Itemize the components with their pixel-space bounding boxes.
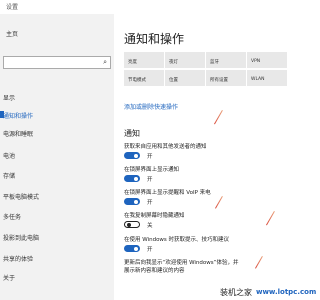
watermark: 装机之家 www.lotpc.com (218, 282, 316, 300)
edit-quick-actions-link[interactable]: 添加或删除快速操作 (124, 102, 178, 111)
toggle-state: 开 (147, 247, 153, 253)
sidebar-item-label: 通知和操作 (3, 113, 34, 120)
pencil-mark-icon (266, 211, 275, 226)
setting-label: 更新后向我显示“欢迎使用 Windows”体验，并 (124, 260, 239, 266)
quick-action-tile[interactable]: WLAN (247, 70, 287, 86)
toggle-knob (134, 199, 138, 204)
toggle-state: 关 (147, 223, 153, 229)
setting-label: 在我复制屏幕时隐藏通知 (124, 213, 185, 219)
quick-action-label: 亮度 (128, 60, 137, 65)
quick-action-tile[interactable]: 节电模式 (124, 70, 164, 86)
quick-action-tile[interactable]: 蓝牙 (206, 52, 246, 68)
toggle-state: 开 (147, 200, 153, 206)
sidebar-item-label: 存储 (3, 173, 16, 180)
toggle-state: 开 (147, 154, 153, 160)
toggle-hide-when-duplicating[interactable] (124, 221, 140, 228)
notifications-header: 通知 (124, 129, 140, 138)
sidebar-item-label: 关于 (3, 275, 16, 282)
quick-action-tile[interactable]: 夜灯 (165, 52, 205, 68)
toggle-app-notifications[interactable] (124, 152, 140, 159)
setting-label: 获取来自应用和其他发送者的通知 (124, 144, 207, 150)
sidebar-item-label: 平板电脑模式 (3, 194, 40, 201)
pencil-mark-icon (255, 256, 263, 269)
quick-action-tile[interactable]: VPN (247, 52, 287, 68)
toggle-state: 开 (147, 177, 153, 183)
watermark-text: 装机之家 (220, 288, 252, 297)
quick-action-tile[interactable]: 位置 (165, 70, 205, 86)
search-input[interactable]: ⌕ (3, 56, 111, 69)
search-icon: ⌕ (103, 58, 107, 66)
sidebar-item-label: 多任务 (3, 214, 22, 221)
quick-actions-grid: 亮度 夜灯 蓝牙 VPN 节电模式 位置 所有设置 WLAN (124, 52, 288, 88)
toggle-knob (134, 153, 138, 158)
setting-label: 在锁屏界面上显示提醒和 VoIP 来电 (124, 190, 211, 196)
quick-action-label: VPN (251, 59, 261, 64)
quick-action-tile[interactable]: 亮度 (124, 52, 164, 68)
pencil-mark-icon (215, 196, 223, 209)
toggle-knob (134, 176, 138, 181)
sidebar-item-label: 共享的体验 (3, 256, 34, 263)
quick-action-label: 蓝牙 (210, 60, 219, 65)
main-panel: 通知和操作 亮度 夜灯 蓝牙 VPN 节电模式 位置 所有设置 WLAN 添加或… (114, 14, 300, 300)
watermark-url: www.lotpc.com (256, 288, 317, 296)
page-title: 通知和操作 (124, 32, 185, 46)
setting-label: 在锁屏界面上显示通知 (124, 167, 180, 173)
toggle-lock-screen-reminders[interactable] (124, 198, 140, 205)
sidebar-item-label: 电池 (3, 153, 16, 160)
sidebar-item-label: 投影到此电脑 (3, 235, 40, 242)
toggle-tips[interactable] (124, 245, 140, 252)
window-title: 设置 (6, 4, 19, 11)
toggle-lock-screen-notifications[interactable] (124, 175, 140, 182)
quick-action-label: 所有设置 (210, 78, 228, 83)
quick-action-tile[interactable]: 所有设置 (206, 70, 246, 86)
title-bar: 设置 (0, 0, 300, 14)
quick-action-label: WLAN (251, 77, 265, 82)
toggle-knob (127, 222, 131, 227)
quick-action-label: 夜灯 (169, 60, 178, 65)
sidebar: 主页 ⌕ 显示 通知和操作 电源和睡眠 电池 存储 平板电脑模式 多任务 投影到… (0, 14, 114, 300)
toggle-knob (134, 246, 138, 251)
sidebar-home-label: 主页 (6, 31, 19, 38)
quick-action-label: 位置 (169, 78, 178, 83)
setting-label: 展示新内容和建议的内容 (124, 268, 185, 274)
sidebar-item-label: 电源和睡眠 (3, 131, 34, 138)
quick-action-label: 节电模式 (128, 78, 146, 83)
pencil-mark-icon (214, 110, 223, 125)
sidebar-item-label: 显示 (3, 95, 16, 102)
setting-label: 在使用 Windows 时获取提示、技巧和建议 (124, 237, 230, 243)
